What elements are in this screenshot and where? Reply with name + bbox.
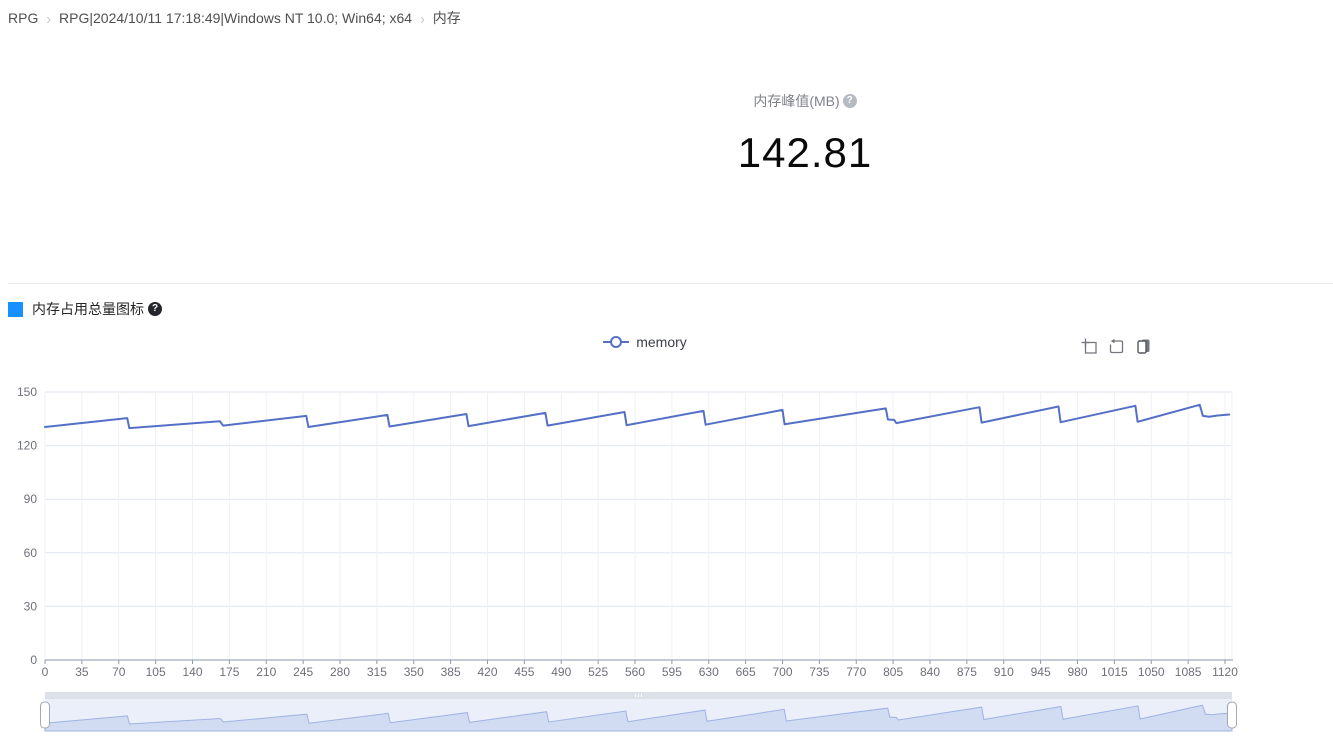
breadcrumb-separator-icon: › bbox=[420, 9, 425, 27]
x-axis-tick-label: 315 bbox=[367, 665, 387, 679]
x-axis-tick-label: 560 bbox=[625, 665, 645, 679]
chart-legend: memory bbox=[445, 334, 845, 350]
y-axis-tick-label: 0 bbox=[30, 653, 37, 667]
x-axis-tick-label: 245 bbox=[293, 665, 313, 679]
x-axis-tick-label: 665 bbox=[736, 665, 756, 679]
page: RPG › RPG|2024/10/11 17:18:49|Windows NT… bbox=[0, 0, 1333, 749]
y-axis-tick-label: 60 bbox=[24, 546, 38, 560]
x-axis-tick-label: 735 bbox=[809, 665, 829, 679]
legend-label: memory bbox=[636, 334, 687, 350]
x-axis-tick-label: 140 bbox=[182, 665, 202, 679]
y-axis-tick-label: 120 bbox=[17, 439, 37, 453]
x-axis-tick-label: 910 bbox=[994, 665, 1014, 679]
x-axis-tick-label: 980 bbox=[1067, 665, 1087, 679]
breadcrumb: RPG › RPG|2024/10/11 17:18:49|Windows NT… bbox=[8, 8, 461, 28]
chart-toolbox bbox=[1080, 337, 1152, 355]
x-axis-tick-label: 0 bbox=[42, 665, 49, 679]
x-axis-tick-label: 945 bbox=[1031, 665, 1051, 679]
x-axis-tick-label: 350 bbox=[404, 665, 424, 679]
line-series-marker-icon bbox=[603, 336, 629, 348]
x-axis-tick-label: 875 bbox=[957, 665, 977, 679]
x-axis-tick-label: 1050 bbox=[1138, 665, 1165, 679]
x-axis-tick-label: 1085 bbox=[1175, 665, 1202, 679]
chart-section-header: 内存占用总量图标? bbox=[8, 299, 162, 319]
x-axis-tick-label: 805 bbox=[883, 665, 903, 679]
y-axis-tick-label: 150 bbox=[17, 385, 37, 399]
x-axis-tick-label: 175 bbox=[219, 665, 239, 679]
breadcrumb-item-session[interactable]: RPG|2024/10/11 17:18:49|Windows NT 10.0;… bbox=[59, 10, 412, 26]
memory-line-chart[interactable]: 0 30 60 90 120 150 0 35 70 105 140 175 210 245 280 315 3… bbox=[0, 380, 1333, 749]
y-axis-tick-label: 30 bbox=[24, 599, 38, 613]
x-axis-tick-label: 595 bbox=[662, 665, 682, 679]
save-image-icon[interactable] bbox=[1134, 337, 1152, 355]
x-axis-tick-label: 630 bbox=[699, 665, 719, 679]
memory-peak-label: 内存峰值(MB) bbox=[753, 91, 839, 111]
x-axis-tick-label: 280 bbox=[330, 665, 350, 679]
breadcrumb-separator-icon: › bbox=[46, 9, 51, 27]
data-zoom-icon[interactable] bbox=[1080, 337, 1098, 355]
x-axis-tick-label: 385 bbox=[441, 665, 461, 679]
section-marker-icon bbox=[8, 302, 23, 317]
x-axis-tick-label: 840 bbox=[920, 665, 940, 679]
section-divider bbox=[8, 283, 1333, 284]
memory-series-line[interactable] bbox=[45, 405, 1229, 428]
datazoom-right-handle[interactable] bbox=[1228, 702, 1237, 728]
breadcrumb-item-rpg[interactable]: RPG bbox=[8, 10, 38, 26]
y-axis-tick-label: 90 bbox=[24, 492, 38, 506]
x-axis-tick-label: 35 bbox=[75, 665, 89, 679]
x-axis-tick-label: 1015 bbox=[1101, 665, 1128, 679]
x-axis-tick-label: 420 bbox=[477, 665, 497, 679]
restore-icon[interactable] bbox=[1107, 337, 1125, 355]
section-title: 内存占用总量图标 bbox=[32, 299, 144, 319]
memory-peak-stat: 内存峰值(MB)? 142.81 bbox=[605, 91, 1005, 177]
help-icon[interactable]: ? bbox=[843, 94, 857, 108]
x-axis-tick-label: 105 bbox=[146, 665, 166, 679]
memory-peak-value: 142.81 bbox=[605, 129, 1005, 177]
x-axis-tick-label: 70 bbox=[112, 665, 126, 679]
x-axis-tick-label: 770 bbox=[846, 665, 866, 679]
x-axis-tick-label: 1120 bbox=[1212, 665, 1238, 679]
breadcrumb-item-memory[interactable]: 内存 bbox=[433, 8, 461, 28]
x-axis-tick-label: 525 bbox=[588, 665, 608, 679]
x-axis-tick-label: 455 bbox=[514, 665, 534, 679]
x-axis-tick-label: 700 bbox=[772, 665, 792, 679]
datazoom-left-handle[interactable] bbox=[41, 702, 50, 728]
x-axis-tick-label: 490 bbox=[551, 665, 571, 679]
legend-item-memory[interactable]: memory bbox=[603, 334, 687, 350]
x-axis-tick-label: 210 bbox=[256, 665, 276, 679]
help-icon[interactable]: ? bbox=[148, 302, 162, 316]
